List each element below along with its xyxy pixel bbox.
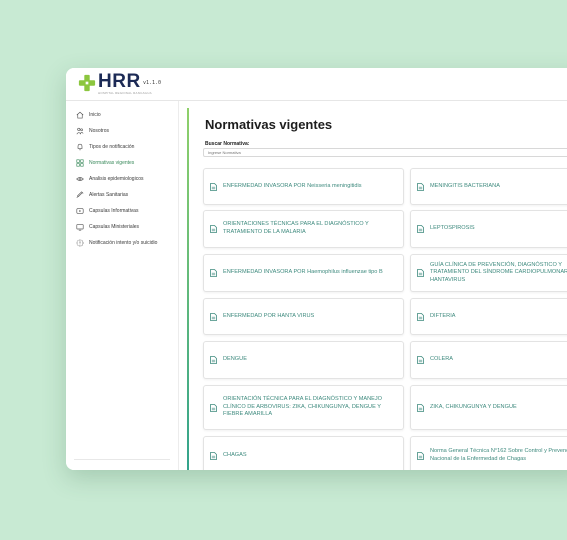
sidebar-item-label: Notificación intento y/o suicidio [89, 240, 158, 246]
video-icon [76, 208, 84, 214]
card-title: LEPTOSPIROSIS [430, 225, 475, 232]
normativa-card[interactable]: COLERA [410, 341, 567, 379]
card-title: ZIKA, CHIKUNGUNYA Y DENGUE [430, 403, 517, 410]
sidebar-item-tipos[interactable]: Tipos de notificación [76, 141, 134, 153]
users-icon [76, 127, 84, 135]
hrr-logo-icon [78, 74, 96, 92]
normativa-card[interactable]: ORIENTACIÓN TÉCNICA PARA EL DIAGNÓSTICO … [203, 385, 404, 430]
document-icon [210, 225, 217, 233]
sidebar-item-analisis[interactable]: Analisis epidemiologicos [76, 173, 143, 185]
sidebar-item-label: Analisis epidemiologicos [89, 176, 144, 182]
normativa-card[interactable]: Norma General Técnica N°162 Sobre Contro… [410, 436, 567, 470]
document-icon [417, 182, 424, 191]
sidebar-item-label: Capsulas Informativas [89, 208, 139, 214]
eye-icon [76, 177, 84, 181]
normativa-card[interactable]: ENFERMEDAD INVASORA POR Neisseria mening… [203, 168, 404, 205]
bell-icon [77, 143, 83, 151]
top-bar: HRR HOSPITAL REGIONAL RANCAGUA v1.1.0 [66, 68, 567, 101]
document-icon [210, 403, 217, 412]
document-icon [417, 312, 424, 321]
card-title: ENFERMEDAD POR HANTA VIRUS [223, 312, 315, 319]
card-title: ENFERMEDAD INVASORA POR Haemophilus infl… [223, 269, 383, 276]
search-label: Buscar Normativa: [205, 141, 250, 147]
card-title: DIFTERIA [430, 312, 456, 319]
document-icon [417, 452, 424, 460]
search-input[interactable] [203, 148, 567, 157]
card-title: DENGUE [223, 356, 247, 363]
app-version: v1.1.0 [143, 80, 162, 86]
main-content: Normativas vigentes Buscar Normativa: EN… [193, 101, 567, 470]
sidebar-item-notificacion[interactable]: Notificación intento y/o suicidio [76, 237, 157, 249]
accent-bar [187, 108, 189, 470]
normativa-card[interactable]: DIFTERIA [410, 298, 567, 335]
sidebar-item-capsulas-info[interactable]: Capsulas Informativas [76, 205, 138, 217]
grid-icon [76, 159, 84, 167]
sidebar-item-inicio[interactable]: Inicio [76, 109, 101, 121]
sidebar-item-alertas[interactable]: Alertas Sanitarias [76, 189, 128, 201]
alert-icon [76, 239, 84, 247]
document-icon [210, 312, 217, 321]
card-title: ENFERMEDAD INVASORA POR Neisseria mening… [223, 182, 362, 189]
normativa-card[interactable]: ORIENTACIONES TÉCNICAS PARA EL DIAGNÓSTI… [203, 210, 404, 248]
normativa-card[interactable]: ZIKA, CHIKUNGUNYA Y DENGUE [410, 385, 567, 430]
home-icon [76, 111, 84, 119]
normativa-card[interactable]: GUÍA CLÍNICA DE PREVENCIÓN, DIAGNÓSTICO … [410, 254, 567, 292]
card-title: GUÍA CLÍNICA DE PREVENCIÓN, DIAGNÓSTICO … [430, 261, 567, 283]
sidebar-item-label: Inicio [89, 112, 101, 118]
sidebar-divider [74, 459, 170, 460]
document-icon [210, 452, 217, 460]
syringe-icon [76, 191, 84, 198]
document-icon [210, 269, 217, 277]
document-icon [417, 225, 424, 233]
app-window: HRR HOSPITAL REGIONAL RANCAGUA v1.1.0 In… [66, 68, 567, 470]
normativa-card[interactable]: DENGUE [203, 341, 404, 379]
sidebar-item-normativas[interactable]: Normativas vigentes [76, 157, 134, 169]
normativa-card[interactable]: ENFERMEDAD INVASORA POR Haemophilus infl… [203, 254, 404, 292]
normativa-card[interactable]: LEPTOSPIROSIS [410, 210, 567, 248]
sidebar-item-capsulas-min[interactable]: Capsulas Ministeriales [76, 221, 139, 233]
sidebar-item-label: Tipos de notificación [89, 144, 135, 150]
card-title: Norma General Técnica N°162 Sobre Contro… [430, 448, 567, 462]
normativa-card[interactable]: MENINGITIS BACTERIANA [410, 168, 567, 205]
card-title: ORIENTACIONES TÉCNICAS PARA EL DIAGNÓSTI… [223, 221, 369, 235]
document-icon [210, 182, 217, 191]
sidebar-item-label: Nosotros [89, 128, 110, 134]
sidebar-item-nosotros[interactable]: Nosotros [76, 125, 109, 137]
document-icon [417, 356, 424, 364]
page-title: Normativas vigentes [205, 117, 333, 132]
card-title: MENINGITIS BACTERIANA [430, 182, 500, 189]
card-title: CHAGAS [223, 452, 247, 459]
app-name: HRR [98, 71, 141, 92]
document-icon [417, 269, 424, 277]
sidebar-item-label: Normativas vigentes [89, 160, 135, 166]
card-title: COLERA [430, 356, 454, 363]
card-title: ORIENTACIÓN TÉCNICA PARA EL DIAGNÓSTICO … [223, 396, 383, 418]
app-tagline: HOSPITAL REGIONAL RANCAGUA [98, 91, 152, 95]
normativa-card[interactable]: CHAGAS [203, 436, 404, 470]
monitor-icon [76, 224, 84, 231]
document-icon [417, 403, 424, 412]
sidebar-item-label: Capsulas Ministeriales [89, 224, 140, 230]
sidebar-item-label: Alertas Sanitarias [89, 192, 129, 198]
document-icon [210, 356, 217, 364]
normativa-card[interactable]: ENFERMEDAD POR HANTA VIRUS [203, 298, 404, 335]
sidebar: Inicio Nosotros Tipos de notificación No… [66, 101, 179, 470]
